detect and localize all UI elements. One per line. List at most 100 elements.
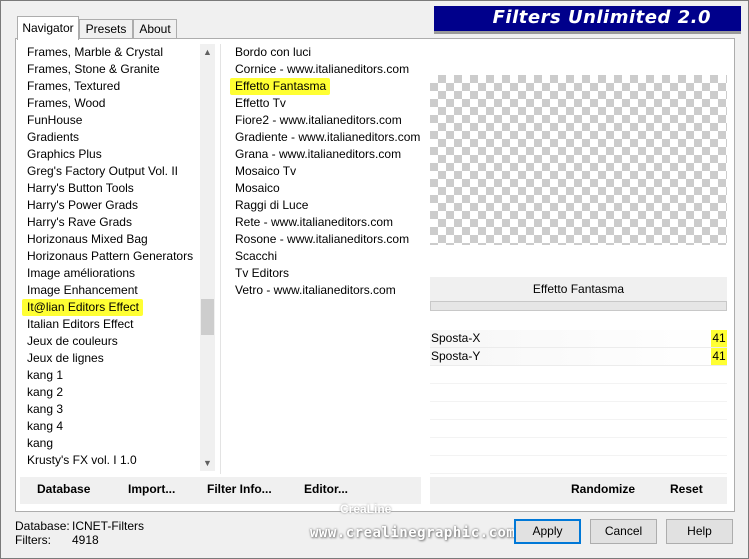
category-list[interactable]: Frames, Marble & Crystal Frames, Stone & … — [22, 44, 200, 471]
filter-item[interactable]: Raggi di Luce — [230, 197, 420, 214]
category-item[interactable]: Jeux de couleurs — [22, 333, 200, 350]
category-item-label: Harry's Power Grads — [27, 198, 138, 212]
filter-item[interactable]: Fiore2 - www.italianeditors.com — [230, 112, 420, 129]
editor-button[interactable]: Editor... — [304, 482, 348, 496]
category-item-label: Frames, Marble & Crystal — [27, 45, 164, 59]
watermark-url: www.crealinegraphic.com — [310, 525, 516, 541]
category-item-label: kang 4 — [27, 419, 64, 433]
filter-item-label: Effetto Fantasma — [230, 78, 331, 95]
help-button[interactable]: Help — [666, 519, 733, 544]
category-item[interactable]: Frames, Wood — [22, 95, 200, 112]
filter-item[interactable]: Mosaico — [230, 180, 420, 197]
app-title-banner: Filters Unlimited 2.0 — [434, 6, 741, 34]
category-item[interactable]: Graphics Plus — [22, 146, 200, 163]
parameter-list: Sposta-X 41 Sposta-Y 41 — [430, 330, 727, 474]
import-button[interactable]: Import... — [128, 482, 175, 496]
category-scrollbar[interactable]: ▲ ▼ — [200, 44, 215, 471]
category-item[interactable]: Frames, Stone & Granite — [22, 61, 200, 78]
empty-param-row — [430, 420, 727, 438]
param-row-sposta-x[interactable]: Sposta-X 41 — [430, 330, 727, 348]
filters-count: 4918 — [72, 533, 99, 547]
filter-item[interactable]: Grana - www.italianeditors.com — [230, 146, 420, 163]
reset-button[interactable]: Reset — [670, 482, 703, 496]
database-button[interactable]: Database — [37, 482, 90, 496]
empty-param-row — [430, 402, 727, 420]
param-value[interactable]: 41 — [711, 348, 727, 365]
filter-item[interactable]: Effetto Fantasma — [230, 78, 420, 95]
category-item[interactable]: Krusty's FX vol. I 1.0 — [22, 452, 200, 469]
scroll-up-arrow-icon[interactable]: ▲ — [200, 44, 215, 60]
category-item-label: Image améliorations — [27, 266, 136, 280]
category-item[interactable]: Harry's Button Tools — [22, 180, 200, 197]
database-value: ICNET-Filters — [72, 519, 144, 533]
category-item[interactable]: Frames, Marble & Crystal — [22, 44, 200, 61]
tab-about[interactable]: About — [133, 19, 177, 39]
cancel-button[interactable]: Cancel — [590, 519, 657, 544]
category-item[interactable]: Italian Editors Effect — [22, 316, 200, 333]
category-item[interactable]: Image améliorations — [22, 265, 200, 282]
filter-item-label: Mosaico Tv — [235, 164, 297, 178]
filter-item-label: Tv Editors — [235, 266, 290, 280]
apply-button[interactable]: Apply — [514, 519, 581, 544]
category-item[interactable]: kang 4 — [22, 418, 200, 435]
filter-item[interactable]: Gradiente - www.italianeditors.com — [230, 129, 420, 146]
empty-param-row — [430, 456, 727, 474]
empty-param-row — [430, 384, 727, 402]
param-row-sposta-y[interactable]: Sposta-Y 41 — [430, 348, 727, 366]
filter-item[interactable]: Mosaico Tv — [230, 163, 420, 180]
category-item[interactable]: Horizonaus Pattern Generators — [22, 248, 200, 265]
category-item[interactable]: Frames, Textured — [22, 78, 200, 95]
category-item-label: kang — [27, 436, 54, 450]
progress-bar — [430, 301, 727, 311]
filter-info-button[interactable]: Filter Info... — [207, 482, 272, 496]
category-item-label: Harry's Rave Grads — [27, 215, 132, 229]
left-button-bar: Database Import... Filter Info... Editor… — [20, 477, 421, 504]
filter-item-label: Effetto Tv — [235, 96, 286, 110]
filter-item[interactable]: Vetro - www.italianeditors.com — [230, 282, 420, 299]
category-item[interactable]: kang 2 — [22, 384, 200, 401]
filter-item[interactable]: Scacchi — [230, 248, 420, 265]
scroll-down-arrow-icon[interactable]: ▼ — [200, 455, 215, 471]
category-item[interactable]: kang — [22, 435, 200, 452]
filter-item[interactable]: Cornice - www.italianeditors.com — [230, 61, 420, 78]
empty-param-row — [430, 366, 727, 384]
category-item[interactable]: Harry's Power Grads — [22, 197, 200, 214]
filter-item[interactable]: Effetto Tv — [230, 95, 420, 112]
param-value[interactable]: 41 — [711, 330, 727, 347]
filter-item[interactable]: Bordo con luci — [230, 44, 420, 61]
tab-presets[interactable]: Presets — [79, 19, 133, 39]
category-item[interactable]: Horizonaus Mixed Bag — [22, 231, 200, 248]
category-item-label: Gradients — [27, 130, 80, 144]
category-item[interactable]: It@lian Editors Effect — [22, 299, 200, 316]
preview-area — [430, 75, 727, 245]
category-item[interactable]: kang 1 — [22, 367, 200, 384]
category-item-label: kang 2 — [27, 385, 64, 399]
category-item[interactable]: Harry's Rave Grads — [22, 214, 200, 231]
category-item-label: Image Enhancement — [27, 283, 138, 297]
category-item[interactable]: Jeux de lignes — [22, 350, 200, 367]
filter-item[interactable]: Rete - www.italianeditors.com — [230, 214, 420, 231]
filters-label: Filters: — [15, 533, 51, 547]
filter-item[interactable]: Rosone - www.italianeditors.com — [230, 231, 420, 248]
watermark-logo: CreaLine — [340, 502, 392, 516]
filter-item-label: Rosone - www.italianeditors.com — [235, 232, 410, 246]
filter-list[interactable]: Bordo con luci Cornice - www.italianedito… — [230, 44, 420, 471]
category-item[interactable]: Greg's Factory Output Vol. II — [22, 163, 200, 180]
right-button-bar: Randomize Reset — [430, 477, 727, 504]
category-item-label: Frames, Textured — [27, 79, 121, 93]
category-item-label: Horizonaus Pattern Generators — [27, 249, 194, 263]
category-item-label: Graphics Plus — [27, 147, 102, 161]
category-item[interactable]: FunHouse — [22, 112, 200, 129]
category-item-label: Jeux de lignes — [27, 351, 104, 365]
tab-navigator[interactable]: Navigator — [17, 16, 79, 40]
filters-count-info: Filters: 4918 — [15, 533, 99, 547]
category-item[interactable]: Gradients — [22, 129, 200, 146]
category-item[interactable]: Image Enhancement — [22, 282, 200, 299]
category-item-label: Jeux de couleurs — [27, 334, 118, 348]
category-item[interactable]: kang 3 — [22, 401, 200, 418]
randomize-button[interactable]: Randomize — [571, 482, 635, 496]
category-item-label: kang 1 — [27, 368, 64, 382]
filter-item[interactable]: Tv Editors — [230, 265, 420, 282]
category-item-label: Greg's Factory Output Vol. II — [27, 164, 179, 178]
scroll-thumb[interactable] — [201, 299, 214, 335]
